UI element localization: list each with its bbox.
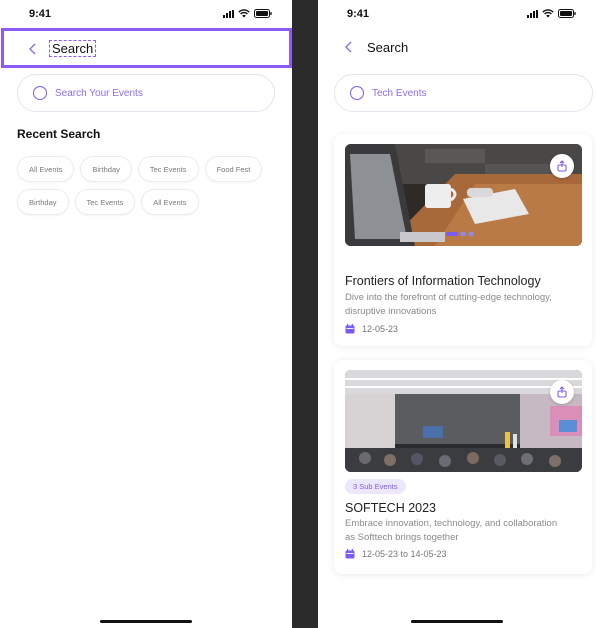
wifi-icon (238, 9, 250, 18)
chevron-left-icon[interactable] (342, 40, 356, 54)
battery-icon (558, 9, 576, 18)
search-icon (350, 86, 364, 100)
chip-food-fest[interactable]: Food Fest (204, 156, 263, 182)
status-time: 9:41 (347, 8, 370, 20)
event-card[interactable]: 3 Sub Events SOFTECH 2023 Embrace innova… (334, 360, 592, 574)
chip-all-events[interactable]: All Events (141, 189, 199, 215)
event-date-text: 12-05-23 to 14-05-23 (362, 549, 447, 559)
chip-all-events[interactable]: All Events (17, 156, 75, 182)
event-title: SOFTECH 2023 (345, 501, 437, 515)
recent-chips-row-2: Birthday Tec Events All Events (17, 189, 199, 215)
signal-icon (527, 9, 538, 18)
search-icon (33, 86, 47, 100)
search-input[interactable]: Tech Events (334, 74, 593, 112)
event-card[interactable]: Frontiers of Information Technology Dive… (334, 134, 592, 346)
status-bar: 9:41 (318, 0, 596, 28)
chip-tec-events[interactable]: Tec Events (74, 189, 136, 215)
signal-icon (223, 9, 234, 18)
search-placeholder: Search Your Events (55, 87, 143, 99)
share-button[interactable] (550, 154, 574, 178)
event-description: Embrace innovation, technology, and coll… (345, 518, 558, 543)
event-date-text: 12-05-23 (362, 324, 399, 334)
status-time: 9:41 (29, 8, 52, 20)
calendar-icon (345, 324, 355, 334)
page-title: Search (367, 40, 409, 55)
sub-events-badge: 3 Sub Events (345, 479, 406, 494)
event-date: 12-05-23 (345, 324, 398, 334)
search-value: Tech Events (372, 87, 427, 99)
conference-hall-photo (345, 370, 582, 472)
wifi-icon (542, 9, 554, 18)
right-screen: 9:41 Search Tech Events Frontiers of Inf… (318, 0, 596, 628)
recent-chips-row-1: All Events Birthday Tec Events Food Fest (17, 156, 263, 182)
calendar-icon (345, 549, 355, 559)
home-indicator (411, 620, 503, 623)
status-icons (527, 9, 576, 18)
event-description: Dive into the forefront of cutting-edge … (345, 292, 552, 317)
home-indicator (100, 620, 192, 623)
status-icons (223, 9, 272, 18)
laptop-coffee-desk-photo (345, 144, 582, 246)
header: Search (318, 28, 596, 68)
chevron-left-icon[interactable] (26, 42, 40, 56)
search-input[interactable]: Search Your Events (17, 74, 275, 112)
event-title: Frontiers of Information Technology (345, 274, 541, 288)
left-screen: 9:41 Search Search Your Events Recent Se… (0, 0, 292, 628)
chip-birthday[interactable]: Birthday (17, 189, 69, 215)
recent-search-title: Recent Search (17, 127, 101, 141)
share-icon (557, 160, 567, 172)
status-bar: 9:41 (0, 0, 292, 28)
chip-tec-events[interactable]: Tec Events (137, 156, 199, 182)
share-icon (557, 386, 567, 398)
battery-icon (254, 9, 272, 18)
page-title: Search (48, 40, 97, 57)
header: Search (1, 28, 292, 68)
share-button[interactable] (550, 380, 574, 404)
event-date: 12-05-23 to 14-05-23 (345, 549, 447, 559)
chip-birthday[interactable]: Birthday (80, 156, 132, 182)
